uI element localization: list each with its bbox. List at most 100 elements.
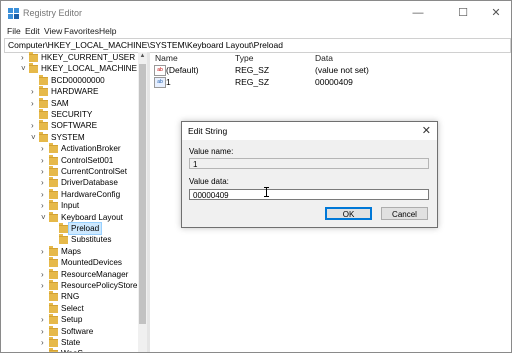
chevron-right-icon[interactable]: ›: [41, 155, 49, 166]
menu-favorites[interactable]: Favorites: [64, 26, 99, 36]
menu-help[interactable]: Help: [99, 26, 116, 36]
tree-item[interactable]: BCD00000000: [1, 74, 138, 86]
tree-item[interactable]: › WaaS: [1, 348, 138, 352]
string-value-icon: ab: [154, 77, 166, 88]
folder-icon: [49, 291, 58, 302]
tree-item[interactable]: › HKEY_CURRENT_USER: [1, 52, 138, 63]
tree-item-label: Input: [61, 201, 80, 211]
tree-item[interactable]: › HARDWARE: [1, 86, 138, 97]
chevron-right-icon[interactable]: ›: [41, 177, 49, 188]
folder-icon: [49, 314, 58, 325]
tree-item-label: HKEY_LOCAL_MACHINE: [41, 64, 138, 74]
chevron-right-icon[interactable]: ›: [31, 98, 39, 109]
folder-icon: [49, 268, 58, 279]
title-bar[interactable]: Registry Editor — ☐ ✕: [1, 1, 511, 26]
chevron-right-icon[interactable]: ›: [41, 280, 49, 291]
column-header-type[interactable]: Type: [235, 53, 253, 63]
tree-scrollbar[interactable]: ▲: [138, 52, 147, 352]
value-data: 00000409: [315, 77, 353, 87]
tree-item[interactable]: ˅ HKEY_LOCAL_MACHINE: [1, 63, 138, 74]
tree-item-label: ResourceManager: [61, 269, 129, 279]
value-name: (Default): [166, 65, 199, 75]
chevron-right-icon[interactable]: ›: [21, 52, 29, 63]
tree-item-label: HARDWARE: [51, 87, 99, 97]
chevron-right-icon[interactable]: ›: [41, 189, 49, 200]
chevron-right-icon[interactable]: ›: [31, 120, 39, 131]
chevron-right-icon[interactable]: ›: [31, 86, 39, 97]
value-row[interactable]: ab 1 REG_SZ 00000409: [154, 76, 504, 88]
menu-edit[interactable]: Edit: [25, 26, 40, 36]
dialog-title-bar[interactable]: Edit String ✕: [182, 122, 437, 140]
chevron-right-icon[interactable]: ›: [41, 348, 49, 352]
chevron-right-icon[interactable]: ›: [41, 314, 49, 325]
tree-item[interactable]: › SAM: [1, 97, 138, 109]
tree-item-label: SOFTWARE: [51, 121, 98, 131]
chevron-right-icon[interactable]: ›: [41, 200, 49, 211]
ok-button[interactable]: OK: [325, 207, 372, 220]
tree-item[interactable]: › ResourcePolicyStore: [1, 280, 138, 291]
tree-item[interactable]: › Input: [1, 200, 138, 211]
folder-icon: [49, 325, 58, 336]
registry-key-tree: › HKEY_CURRENT_USER ˅ HKEY_LOCAL_MACHINE BCD…: [1, 52, 147, 352]
chevron-down-icon[interactable]: ˅: [21, 63, 29, 74]
folder-icon: [39, 97, 48, 108]
column-header-name[interactable]: Name: [155, 53, 178, 63]
tree-item[interactable]: › CurrentControlSet: [1, 166, 138, 177]
close-icon[interactable]: ✕: [480, 1, 511, 26]
tree-item[interactable]: MountedDevices: [1, 257, 138, 268]
chevron-right-icon[interactable]: ›: [41, 269, 49, 280]
tree-item[interactable]: ˅ SYSTEM: [1, 131, 138, 143]
scroll-up-arrow-icon[interactable]: ▲: [138, 52, 147, 61]
tree-item-label: SYSTEM: [51, 132, 85, 142]
menu-bar: File Edit View Favorites Help: [1, 26, 511, 38]
column-header-data[interactable]: Data: [315, 53, 333, 63]
address-path[interactable]: Computer\HKEY_LOCAL_MACHINE\SYSTEM\Keybo…: [8, 40, 283, 50]
value-row[interactable]: ab (Default) REG_SZ (value not set): [154, 64, 504, 76]
scrollbar-thumb[interactable]: [139, 64, 146, 324]
tree-item[interactable]: › HardwareConfig: [1, 188, 138, 200]
maximize-icon[interactable]: ☐: [447, 1, 479, 26]
chevron-down-icon[interactable]: ˅: [41, 212, 49, 223]
tree-item[interactable]: RNG: [1, 291, 138, 302]
folder-icon: [49, 200, 58, 211]
minimize-icon[interactable]: —: [402, 1, 434, 26]
folder-icon: [39, 74, 48, 85]
tree-item[interactable]: › ResourceManager: [1, 268, 138, 280]
chevron-right-icon[interactable]: ›: [41, 326, 49, 337]
pane-splitter[interactable]: [147, 52, 150, 352]
tree-item[interactable]: › Software: [1, 325, 138, 337]
chevron-right-icon[interactable]: ›: [41, 337, 49, 348]
menu-file[interactable]: File: [7, 26, 21, 36]
tree-item-label: CurrentControlSet: [61, 167, 127, 176]
value-name-label: Value name:: [189, 147, 234, 156]
tree-item[interactable]: ˅ Keyboard Layout: [1, 211, 138, 223]
folder-icon: [49, 337, 58, 347]
tree-item-label: Maps: [61, 246, 82, 256]
chevron-down-icon[interactable]: ˅: [31, 132, 39, 143]
tree-item[interactable]: Substitutes: [1, 234, 138, 245]
tree-item[interactable]: › DriverDatabase: [1, 177, 138, 188]
tree-item[interactable]: › Setup: [1, 314, 138, 325]
tree-item[interactable]: › SOFTWARE: [1, 120, 138, 131]
tree-item[interactable]: Select: [1, 302, 138, 314]
address-bar[interactable]: Computer\HKEY_LOCAL_MACHINE\SYSTEM\Keybo…: [4, 38, 511, 53]
tree-item[interactable]: › ControlSet001: [1, 154, 138, 166]
tree-item[interactable]: Preload: [1, 222, 138, 235]
value-data-input[interactable]: 00000409: [189, 189, 429, 200]
tree-item[interactable]: SECURITY: [1, 109, 138, 120]
chevron-right-icon[interactable]: ›: [41, 143, 49, 154]
cancel-button[interactable]: Cancel: [381, 207, 428, 220]
folder-icon: [39, 109, 48, 119]
dialog-close-icon[interactable]: ✕: [422, 124, 431, 137]
tree-item-label: Substitutes: [71, 235, 112, 245]
registry-editor-app-icon: [8, 8, 19, 19]
chevron-right-icon[interactable]: ›: [41, 166, 49, 177]
value-type: REG_SZ: [235, 65, 270, 75]
menu-view[interactable]: View: [44, 26, 62, 36]
tree-item-label: BCD00000000: [51, 75, 105, 85]
tree-item[interactable]: › Maps: [1, 245, 138, 257]
chevron-right-icon[interactable]: ›: [41, 246, 49, 257]
tree-item[interactable]: › ActivationBroker: [1, 143, 138, 154]
folder-icon: [49, 188, 58, 199]
tree-item[interactable]: › State: [1, 337, 138, 348]
